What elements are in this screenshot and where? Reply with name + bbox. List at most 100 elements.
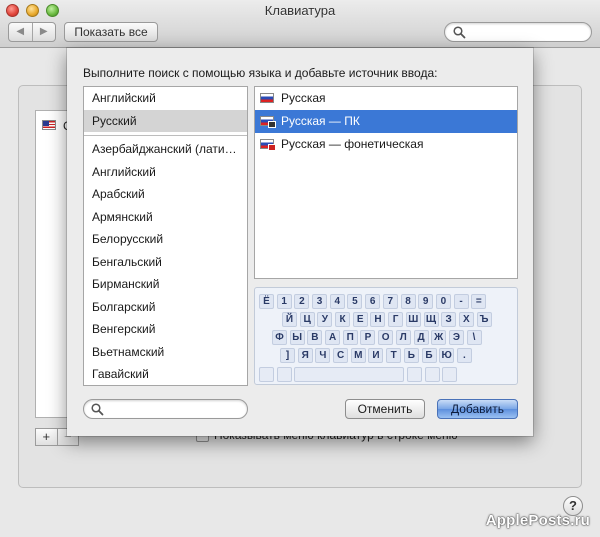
language-item-selected[interactable]: Русский: [84, 109, 247, 132]
language-item[interactable]: Английский: [84, 87, 247, 110]
ru-flag-icon: [260, 93, 274, 103]
keyboard-key: 0: [435, 294, 451, 309]
us-flag-icon: [42, 120, 56, 130]
language-item[interactable]: Армянский: [84, 206, 247, 229]
keyboard-key: Ъ: [476, 312, 492, 327]
keyboard-key: Е: [352, 312, 368, 327]
source-item-russian-phonetic[interactable]: Русская — фонетическая: [255, 133, 517, 156]
watermark: ApplePosts.ru: [485, 512, 590, 529]
ru-phonetic-flag-icon: [260, 139, 276, 151]
keyboard-key: Ю: [439, 348, 455, 363]
keyboard-key: 5: [347, 294, 363, 309]
language-item[interactable]: Азербайджанский (лати…: [84, 138, 247, 161]
source-item-russian[interactable]: Русская: [255, 87, 517, 110]
sheet-prompt: Выполните поиск с помощью языка и добавь…: [83, 66, 438, 80]
keyboard-key: Х: [458, 312, 474, 327]
source-label: Русская — фонетическая: [281, 137, 424, 151]
keyboard-key: Э: [448, 330, 464, 345]
keyboard-key: Ы: [289, 330, 305, 345]
keyboard-key-blank: [424, 367, 440, 382]
keyboard-key: Ж: [431, 330, 447, 345]
language-item[interactable]: Арабский: [84, 183, 247, 206]
keyboard-row: Ф Ы В А П Р О Л Д Ж Э \: [272, 330, 484, 345]
language-item[interactable]: Бенгальский: [84, 251, 247, 274]
keyboard-key: -: [453, 294, 469, 309]
search-icon: [91, 403, 104, 416]
keyboard-key: Я: [297, 348, 313, 363]
keyboard-key: Г: [388, 312, 404, 327]
keyboard-key: .: [456, 348, 472, 363]
add-button[interactable]: Добавить: [437, 399, 518, 419]
keyboard-key-blank: [276, 367, 292, 382]
window-title: Клавиатура: [264, 3, 336, 18]
keyboard-key: 7: [382, 294, 398, 309]
keyboard-row: ] Я Ч С М И Т Ь Б Ю.: [280, 348, 475, 363]
keyboard-key: Ш: [405, 312, 421, 327]
language-item[interactable]: Болгарский: [84, 296, 247, 319]
add-source-button[interactable]: +: [36, 429, 57, 445]
language-item[interactable]: Английский: [84, 161, 247, 184]
keyboard-key: ]: [280, 348, 295, 363]
language-item[interactable]: Венгерский: [84, 318, 247, 341]
keyboard-row: ЙЦУКЕНГШЩЗХЪ: [282, 312, 494, 327]
keyboard-key: К: [335, 312, 351, 327]
add-input-source-sheet: Выполните поиск с помощью языка и добавь…: [67, 48, 533, 436]
title-bar: Клавиатура ◀ ▶ Показать все: [0, 0, 600, 48]
keyboard-key: И: [368, 348, 384, 363]
keyboard-key: 3: [312, 294, 328, 309]
keyboard-key: Ё: [259, 294, 274, 309]
keyboard-key: П: [342, 330, 358, 345]
keyboard-key: 2: [294, 294, 310, 309]
keyboard-key: О: [378, 330, 394, 345]
language-item[interactable]: Вьетнамский: [84, 341, 247, 364]
keyboard-key: Н: [370, 312, 386, 327]
search-icon: [453, 26, 466, 39]
keyboard-key: 1: [276, 294, 292, 309]
keyboard-key: М: [350, 348, 366, 363]
keyboard-key: Р: [360, 330, 376, 345]
keyboard-key: Ч: [315, 348, 331, 363]
keyboard-key: В: [307, 330, 323, 345]
keyboard-row-blank: [259, 367, 460, 382]
ru-pc-flag-icon: [260, 116, 276, 128]
keyboard-key: Й: [282, 312, 297, 327]
source-label: Русская: [281, 91, 326, 105]
keyboard-key-blank: [442, 367, 458, 382]
language-item[interactable]: Бирманский: [84, 273, 247, 296]
language-item[interactable]: Белорусский: [84, 228, 247, 251]
keyboard-key: С: [333, 348, 349, 363]
keyboard-row: Ё 1 2 3 4 5 6 7 8 9 0- =: [259, 294, 489, 309]
keyboard-key: У: [317, 312, 333, 327]
keyboard-key: Б: [421, 348, 437, 363]
keyboard-key-blank: [259, 367, 274, 382]
language-item[interactable]: Гавайский: [84, 363, 247, 385]
keyboard-key-blank: [294, 367, 405, 382]
keyboard-key: З: [441, 312, 457, 327]
language-search-input[interactable]: [83, 399, 248, 419]
back-icon[interactable]: ◀: [9, 23, 32, 41]
keyboard-key: \: [466, 330, 482, 345]
keyboard-key: Ф: [272, 330, 287, 345]
list-divider: [84, 135, 247, 136]
keyboard-key: 9: [418, 294, 434, 309]
keyboard-key-blank: [407, 367, 423, 382]
keyboard-key: 4: [329, 294, 345, 309]
cancel-button[interactable]: Отменить: [345, 399, 425, 419]
back-forward-group: ◀ ▶: [8, 22, 56, 42]
source-item-russian-pc[interactable]: Русская — ПК: [255, 110, 517, 133]
keyboard-key: Ь: [403, 348, 419, 363]
keyboard-key: Т: [386, 348, 402, 363]
keyboard-key: 8: [400, 294, 416, 309]
input-source-list[interactable]: Русская Русская — ПК Русская — фонетичес…: [254, 86, 518, 279]
source-label: Русская — ПК: [281, 114, 360, 128]
keyboard-key: А: [325, 330, 341, 345]
toolbar-search-input[interactable]: [444, 22, 592, 42]
keyboard-key: =: [471, 294, 487, 309]
keyboard-key: Щ: [423, 312, 439, 327]
show-all-button[interactable]: Показать все: [64, 22, 158, 42]
keyboard-key: Ц: [299, 312, 315, 327]
keyboard-prefs-window: Клавиатура ◀ ▶ Показать все C + − Показы…: [0, 0, 600, 537]
language-list[interactable]: Английский Русский Азербайджанский (лати…: [83, 86, 248, 386]
forward-icon[interactable]: ▶: [31, 23, 56, 41]
keyboard-key: Д: [413, 330, 429, 345]
